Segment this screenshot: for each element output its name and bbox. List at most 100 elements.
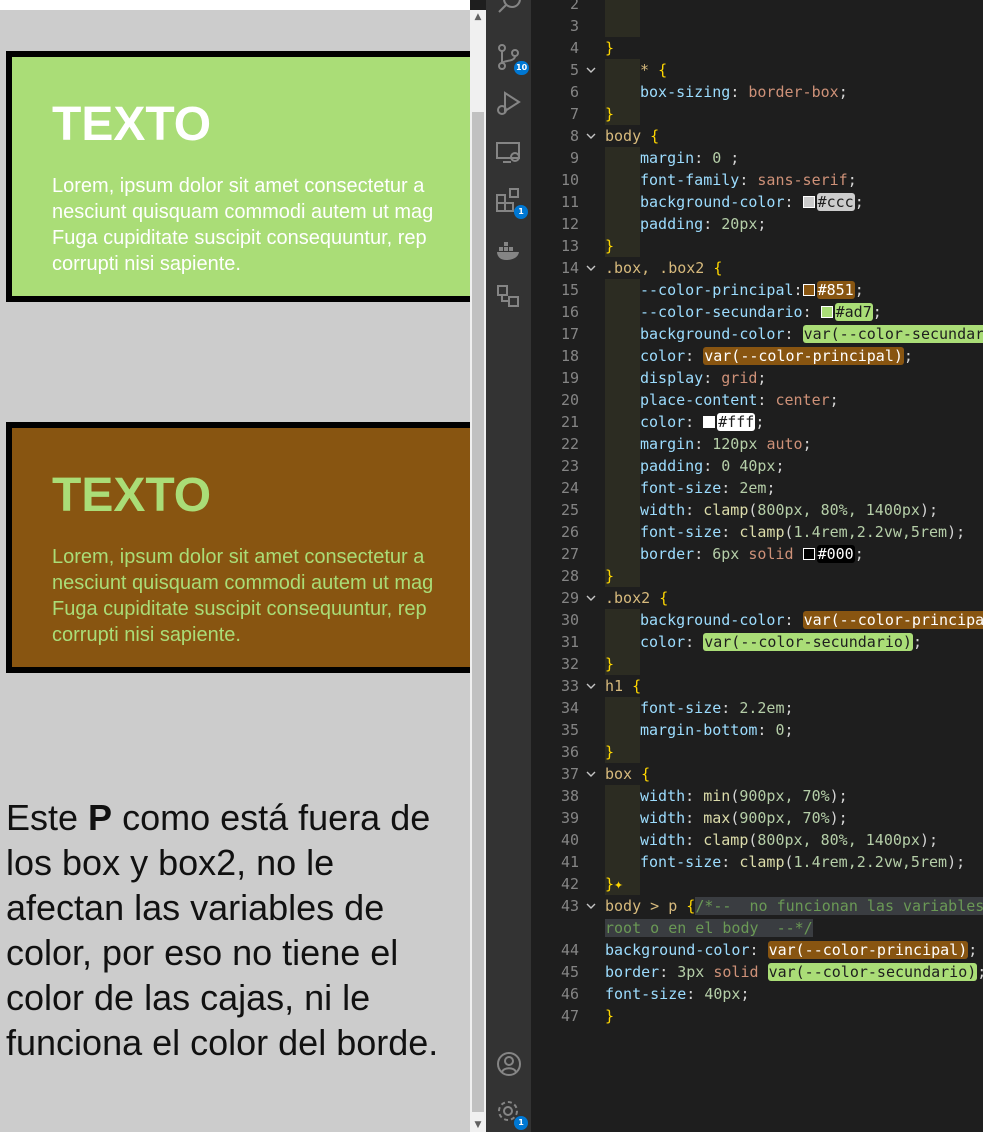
scroll-up-icon[interactable]: ▲ — [470, 10, 486, 24]
code-token: width — [640, 787, 686, 805]
chevron-down-icon[interactable] — [584, 257, 598, 279]
code-token: ); — [919, 831, 939, 849]
code-token: color — [640, 347, 686, 365]
code-line[interactable]: margin: 120px auto; — [605, 433, 812, 455]
color-swatch[interactable] — [820, 306, 833, 318]
code-line[interactable]: font-size: clamp(1.4rem,2.2vw,5rem); — [605, 851, 965, 873]
code-token: } — [605, 567, 615, 585]
code-line[interactable]: font-family: sans-serif; — [605, 169, 857, 191]
code-line[interactable]: padding: 0 40px; — [605, 455, 785, 477]
code-token: ; — [784, 721, 794, 739]
code-line[interactable]: padding: 20px; — [605, 213, 766, 235]
outside-paragraph: Este P como está fuera de los box y box2… — [6, 797, 439, 1063]
code-token: clamp — [739, 523, 785, 541]
code-editor[interactable]: } * {box-sizing: border-box;} body {margin… — [601, 0, 983, 1132]
code-line[interactable]: box { — [605, 763, 650, 785]
code-token: : — [739, 171, 758, 189]
chevron-down-icon[interactable] — [584, 895, 598, 917]
code-line[interactable]: root o en el body --*/ — [605, 917, 813, 939]
source-control-icon[interactable]: 10 — [494, 42, 530, 75]
code-token: ; — [847, 171, 857, 189]
code-token: } — [605, 743, 615, 761]
code-line[interactable]: width: clamp(800px, 80%, 1400px); — [605, 829, 938, 851]
code-line[interactable]: box-sizing: border-box; — [605, 81, 848, 103]
code-token: var(--color-principal) — [767, 941, 969, 959]
chevron-down-icon[interactable] — [584, 675, 598, 697]
chevron-down-icon[interactable] — [584, 763, 598, 785]
code-line[interactable]: background-color: var(--color-secundario… — [605, 323, 983, 345]
code-line[interactable]: body { — [605, 125, 659, 147]
scrollbar-thumb[interactable] — [472, 112, 484, 1112]
account-icon[interactable] — [494, 1049, 524, 1079]
code-token: : — [757, 721, 776, 739]
code-line[interactable]: border: 6px solid #000; — [605, 543, 864, 565]
code-line[interactable]: background-color: var(--color-principal)… — [605, 609, 983, 631]
run-debug-icon[interactable] — [494, 88, 524, 118]
code-line[interactable]: width: clamp(800px, 80%, 1400px); — [605, 499, 938, 521]
remote-explorer-icon[interactable] — [494, 138, 524, 168]
code-line[interactable]: } — [605, 653, 614, 675]
code-line[interactable]: } — [605, 37, 614, 59]
code-token: width — [640, 831, 686, 849]
code-token: ; — [721, 149, 740, 167]
extensions-icon[interactable]: 1 — [494, 186, 528, 219]
code-line[interactable]: body > p {/*-- no funcionan las variable… — [605, 895, 983, 917]
code-token: ); — [947, 853, 966, 871]
code-line[interactable]: * { — [605, 59, 667, 81]
code-line[interactable]: width: min(900px, 70%); — [605, 785, 848, 807]
code-line[interactable]: place-content: center; — [605, 389, 839, 411]
code-token: 120px — [712, 435, 758, 453]
code-token: --color-principal — [640, 281, 794, 299]
settings-gear-icon[interactable]: 1 — [494, 1097, 528, 1130]
preview-scrollbar[interactable]: ▲ ▼ — [470, 10, 486, 1132]
code-line[interactable]: .box2 { — [605, 587, 668, 609]
code-line[interactable]: background-color: #ccc; — [605, 191, 864, 213]
code-line[interactable]: margin-bottom: 0; — [605, 719, 794, 741]
code-line[interactable]: font-size: 2.2em; — [605, 697, 794, 719]
code-line[interactable]: border: 3px solid var(--color-secundario… — [605, 961, 983, 983]
code-line[interactable]: --color-principal: #851; — [605, 279, 864, 301]
code-line[interactable]: font-size: 2em; — [605, 477, 775, 499]
code-line[interactable]: h1 { — [605, 675, 641, 697]
code-line[interactable]: .box, .box2 { — [605, 257, 722, 279]
code-line[interactable]: color: var(--color-principal); — [605, 345, 913, 367]
chevron-down-icon[interactable] — [584, 59, 598, 81]
code-token: clamp — [703, 501, 749, 519]
code-line[interactable]: display: grid; — [605, 367, 766, 389]
box2: TEXTO Lorem, ipsum dolor sit amet consec… — [6, 422, 470, 673]
color-swatch[interactable] — [802, 548, 815, 560]
code-line[interactable]: } — [605, 235, 614, 257]
color-swatch[interactable] — [802, 196, 815, 208]
chevron-down-icon[interactable] — [584, 587, 598, 609]
code-line[interactable]: } — [605, 565, 614, 587]
code-line[interactable]: color: var(--color-secundario); — [605, 631, 922, 653]
code-line[interactable]: font-size: clamp(1.4rem,2.2vw,5rem); — [605, 521, 965, 543]
color-swatch[interactable] — [802, 284, 815, 296]
code-line[interactable]: } — [605, 103, 614, 125]
code-token: center — [775, 391, 830, 409]
search-icon[interactable] — [494, 0, 524, 18]
line-number: 47 — [560, 1007, 579, 1025]
code-line[interactable]: } — [605, 741, 614, 763]
sparkle-icon[interactable]: ✦ — [614, 875, 623, 893]
code-token: #ad7 — [834, 303, 873, 321]
code-line[interactable]: margin: 0 ; — [605, 147, 739, 169]
line-number: 22 — [560, 435, 579, 453]
code-line[interactable] — [605, 0, 640, 15]
docker-icon[interactable] — [494, 234, 524, 264]
code-line[interactable]: width: max(900px, 70%); — [605, 807, 848, 829]
scroll-down-icon[interactable]: ▼ — [470, 1118, 486, 1132]
connections-icon[interactable] — [494, 282, 524, 312]
color-swatch[interactable] — [703, 416, 716, 428]
code-line[interactable]: font-size: 40px; — [605, 983, 750, 1005]
chevron-down-icon[interactable] — [584, 125, 598, 147]
code-line[interactable]: background-color: var(--color-principal)… — [605, 939, 977, 961]
line-number: 10 — [560, 171, 579, 189]
code-token: ; — [872, 303, 882, 321]
code-line[interactable]: }✦ — [605, 873, 623, 895]
code-token: h1 — [605, 677, 633, 695]
code-line[interactable]: --color-secundario: #ad7; — [605, 301, 882, 323]
code-token: solid — [713, 963, 759, 981]
code-line[interactable]: } — [605, 1005, 614, 1027]
code-line[interactable]: color: #fff; — [605, 411, 764, 433]
